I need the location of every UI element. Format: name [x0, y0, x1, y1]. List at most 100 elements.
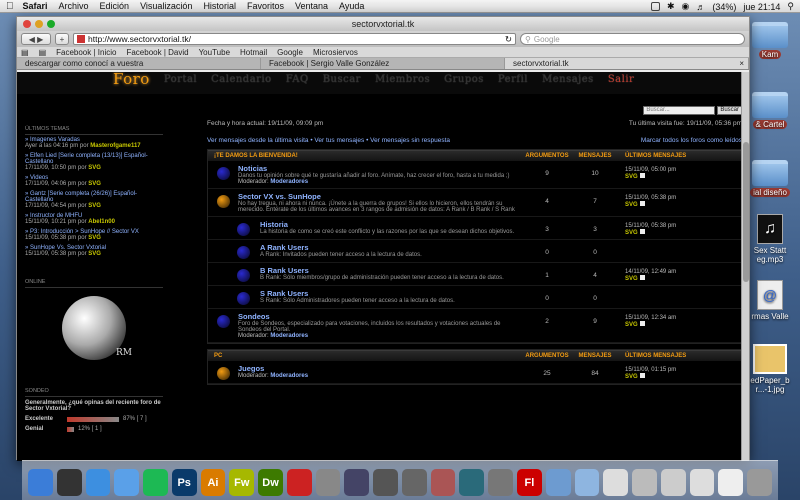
topic-title[interactable]: » Elfen Lied [Serie completa (13/13)] Es…: [25, 153, 163, 165]
mark-all-read-link[interactable]: Marcar todos los foros como leídos: [641, 137, 742, 144]
show-all-bookmarks-icon-2[interactable]: ▤: [39, 48, 47, 57]
dock-item-downloads[interactable]: [603, 469, 629, 496]
goto-post-icon[interactable]: [639, 275, 645, 280]
dock-item-garageband[interactable]: [430, 469, 456, 496]
nav-miembros[interactable]: Miembros: [375, 72, 430, 85]
category-name[interactable]: ¡TE DAMOS LA BIENVENIDA!: [208, 153, 523, 159]
goto-post-icon[interactable]: [639, 201, 645, 206]
tab-descargar[interactable]: descargar como conocí a vuestra: [17, 58, 261, 69]
bookmark-item[interactable]: YouTube: [199, 48, 230, 57]
desktop-icon-2[interactable]: & Cartel: [748, 92, 792, 129]
tab-facebook[interactable]: Facebook | Sergio Valle González: [261, 58, 505, 69]
topic-author[interactable]: SVG: [88, 181, 101, 187]
menu-historial[interactable]: Historial: [203, 1, 236, 11]
dock-item-star[interactable]: [401, 469, 427, 496]
goto-post-icon[interactable]: [639, 229, 645, 234]
forum-title-link[interactable]: Juegos: [238, 364, 523, 373]
menu-ventana[interactable]: Ventana: [295, 1, 328, 11]
volume-icon[interactable]: ♬: [696, 2, 705, 12]
nav-perfil[interactable]: Perfil: [498, 72, 528, 85]
topic-author[interactable]: SVG: [88, 203, 101, 209]
topic-author[interactable]: Abel1n00: [88, 219, 115, 225]
app-menu[interactable]: Safari: [23, 1, 48, 11]
bookmark-item[interactable]: Google: [277, 48, 303, 57]
topic-author[interactable]: SVG: [88, 251, 101, 257]
battery-status[interactable]: (34%): [712, 2, 736, 12]
dock-item-time-machine[interactable]: [459, 469, 485, 496]
dock-item-docs[interactable]: [574, 469, 600, 496]
show-all-bookmarks-icon[interactable]: ▤: [21, 48, 29, 57]
back-forward-button[interactable]: ◀ ▶: [21, 33, 51, 45]
dock-item-dashboard[interactable]: [56, 469, 82, 496]
dock-item-apps[interactable]: [545, 469, 571, 496]
menu-ayuda[interactable]: Ayuda: [339, 1, 364, 11]
forum-title-link[interactable]: Sondeos: [238, 312, 523, 321]
goto-post-icon[interactable]: [639, 321, 645, 326]
nav-foro[interactable]: Foro: [113, 72, 150, 88]
nav-grupos[interactable]: Grupos: [444, 72, 484, 85]
topic-title[interactable]: » Gantz [Serie completa (26/26)] Español…: [25, 191, 163, 203]
last-post-user[interactable]: SVG: [625, 174, 638, 180]
add-bookmark-button[interactable]: +: [55, 33, 69, 45]
dock-item-stack[interactable]: [632, 469, 657, 496]
page-scrollbar[interactable]: [741, 72, 749, 461]
dock-item-spotify[interactable]: [143, 469, 168, 496]
view-posts-links[interactable]: Ver mensajes desde la última visita • Ve…: [207, 137, 450, 144]
desktop-icon-1[interactable]: Kam: [748, 22, 792, 59]
forum-title-link[interactable]: Noticias: [238, 164, 523, 173]
dock-item-preferences[interactable]: [488, 469, 514, 496]
desktop-icon-6[interactable]: edPaper_b r...-1.jpg: [748, 344, 792, 394]
topic-item[interactable]: » SunHope Vs. Sector Vxtorial 15/11/09, 0…: [25, 243, 163, 259]
dock-item-iphoto[interactable]: [344, 469, 370, 496]
wifi-icon[interactable]: ◉: [681, 1, 689, 12]
address-bar[interactable]: http://www.sectorvxtorial.tk/ ↻: [73, 33, 516, 45]
desktop-icon-3[interactable]: ial diseño: [748, 160, 792, 197]
spotlight-icon[interactable]: ⚲: [787, 1, 794, 12]
moderator-link[interactable]: Moderadores: [270, 179, 308, 185]
menu-visualizacion[interactable]: Visualización: [140, 1, 192, 11]
close-icon[interactable]: [23, 20, 31, 28]
topic-item[interactable]: » Elfen Lied [Serie completa (13/13)] Es…: [25, 151, 163, 173]
minimize-icon[interactable]: [35, 20, 43, 28]
topic-item[interactable]: » Videos 17/11/09, 04:06 pm por SVG: [25, 173, 163, 189]
menu-favoritos[interactable]: Favoritos: [247, 1, 284, 11]
dock-item-trash[interactable]: [747, 469, 772, 496]
category-name[interactable]: PC: [208, 353, 523, 359]
last-post-user[interactable]: SVG: [625, 322, 638, 328]
topic-item[interactable]: » P3: Introducción > SunHope // Sector V…: [25, 227, 163, 243]
forum-title-link[interactable]: A Rank Users: [260, 243, 523, 252]
topic-item[interactable]: » Imagenes Varadas Ayer a las 04:16 pm po…: [25, 135, 163, 151]
last-post-user[interactable]: SVG: [625, 202, 638, 208]
forum-title-link[interactable]: Historia: [260, 220, 523, 229]
forum-title-link[interactable]: B Rank Users: [260, 266, 523, 275]
tab-close-icon[interactable]: ×: [739, 59, 744, 68]
menu-edicion[interactable]: Edición: [100, 1, 130, 11]
moderator-link[interactable]: Moderadores: [270, 333, 308, 339]
dock-item-stack3[interactable]: [689, 469, 715, 496]
menu-archivo[interactable]: Archivo: [59, 1, 89, 11]
tab-sectorvxtorial[interactable]: sectorvxtorial.tk ×: [505, 58, 749, 69]
dock-item-ai[interactable]: Ai: [200, 469, 226, 496]
bluetooth-icon[interactable]: ✱: [667, 1, 675, 12]
desktop-icon-4[interactable]: ♫ Sex Statt eg.mp3: [748, 214, 792, 264]
nav-buscar[interactable]: Buscar: [323, 72, 361, 85]
dock-item-stack2[interactable]: [660, 469, 686, 496]
topic-author[interactable]: Masterofgame117: [90, 143, 140, 149]
zoom-icon[interactable]: [47, 20, 55, 28]
desktop-icon-5[interactable]: @ rmas Valle: [748, 280, 792, 321]
status-icon[interactable]: [650, 2, 660, 11]
reload-icon[interactable]: ↻: [505, 34, 512, 45]
nav-faq[interactable]: FAQ: [286, 72, 309, 85]
last-post-user[interactable]: SVG: [625, 374, 638, 380]
scroll-thumb[interactable]: [743, 142, 749, 282]
apple-menu-icon[interactable]: : [6, 1, 14, 12]
last-post-user[interactable]: SVG: [625, 230, 638, 236]
nav-portal[interactable]: Portal: [164, 72, 197, 85]
bookmark-item[interactable]: Microsiervos: [313, 48, 358, 57]
dock-item-imovie[interactable]: [373, 469, 398, 496]
nav-salir[interactable]: Salir: [608, 72, 635, 85]
topic-author[interactable]: SVG: [88, 165, 101, 171]
topic-author[interactable]: SVG: [88, 235, 101, 241]
bookmark-item[interactable]: Hotmail: [240, 48, 267, 57]
back-icon[interactable]: ◀: [29, 35, 35, 44]
